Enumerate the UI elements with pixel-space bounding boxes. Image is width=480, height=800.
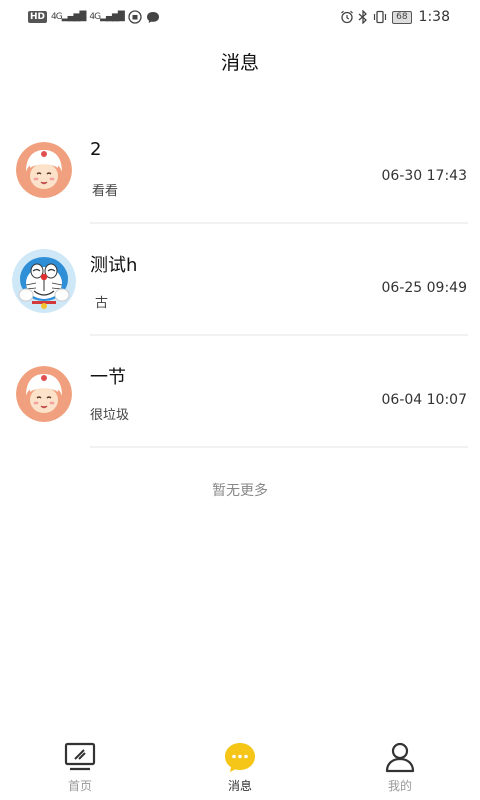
tab-profile[interactable]: 我的 (320, 732, 480, 800)
message-item[interactable]: 测试h 古 06-25 09:49 (0, 224, 480, 336)
vpn-icon (128, 10, 142, 24)
contact-name: 一节 (90, 367, 126, 388)
message-item[interactable]: 一节 很垃圾 06-04 10:07 (0, 336, 480, 448)
vibrate-icon (372, 10, 388, 24)
message-preview: 很垃圾 (90, 408, 130, 423)
contact-name: 测试h (90, 255, 138, 276)
tab-label: 消息 (227, 779, 252, 793)
battery-icon: 68 (392, 10, 412, 24)
monitor-icon (63, 740, 97, 774)
message-time: 06-25 09:49 (381, 280, 467, 296)
contact-name: 2 (90, 139, 102, 160)
status-left: HD 4G ▂▄▆█ 4G ▂▄▆█ (28, 10, 160, 24)
hd-badge: HD (28, 11, 48, 23)
avatar (12, 249, 76, 313)
message-time: 06-04 10:07 (381, 392, 467, 408)
avatar (16, 142, 72, 198)
page-title: 消息 (220, 52, 259, 74)
bluetooth-icon (358, 10, 368, 24)
tab-home[interactable]: 首页 (0, 732, 160, 800)
bottom-tab-bar: 首页 消息 我的 (0, 732, 480, 800)
chat-bubble-icon (223, 740, 257, 774)
message-preview: 看看 (92, 184, 119, 199)
message-preview: 古 (95, 296, 109, 311)
message-list: 2 看看 06-30 17:43 测试h 古 06-25 09:49 一节 很垃… (0, 112, 480, 448)
status-right: 68 1:38 (340, 9, 450, 25)
avatar (16, 366, 72, 422)
signal-sim1-icon: 4G ▂▄▆█ (51, 12, 86, 22)
no-more-text: 暂无更多 (212, 483, 268, 499)
message-item[interactable]: 2 看看 06-30 17:43 (0, 112, 480, 224)
signal-sim2-icon: 4G ▂▄▆█ (89, 12, 124, 22)
message-time: 06-30 17:43 (381, 168, 467, 184)
tab-label: 首页 (67, 779, 92, 793)
status-bar: HD 4G ▂▄▆█ 4G ▂▄▆█ 68 1:38 (0, 0, 480, 34)
status-time: 1:38 (418, 9, 450, 25)
user-icon (383, 740, 417, 774)
message-notification-icon (146, 11, 160, 24)
tab-messages[interactable]: 消息 (160, 732, 320, 800)
tab-label: 我的 (387, 779, 412, 793)
alarm-icon (340, 10, 354, 24)
divider (90, 446, 468, 448)
